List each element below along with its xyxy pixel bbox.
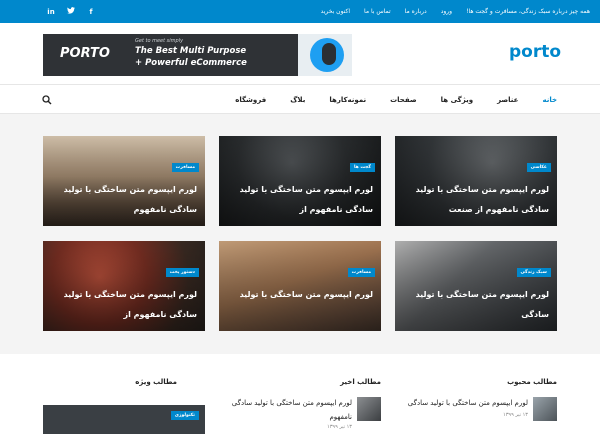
popular-posts-heading: مطالب محبوب bbox=[507, 378, 557, 386]
banner-logo: PORTO bbox=[60, 46, 110, 61]
post-category-badge[interactable]: سبک زندگی bbox=[516, 268, 551, 277]
post-category-badge[interactable]: گجت ها bbox=[349, 163, 375, 172]
post-title[interactable]: لورم ایپسوم متن ساختگی با تولید سادگی نا… bbox=[47, 285, 197, 325]
post-card[interactable]: دستور پخت لورم ایپسوم متن ساختگی با تولی… bbox=[43, 241, 205, 331]
recent-post-title[interactable]: لورم ایپسوم متن ساختگی با تولید سادگی نا… bbox=[230, 396, 352, 424]
banner-headline-2: + Powerful eCommerce bbox=[135, 58, 247, 68]
post-category-badge[interactable]: تکنولوژی bbox=[170, 411, 199, 420]
nav-item-pages[interactable]: صفحات bbox=[390, 96, 417, 104]
linkedin-icon[interactable]: in bbox=[46, 8, 56, 16]
featured-posts-heading: مطالب ویژه bbox=[135, 378, 177, 386]
nav-item-features[interactable]: ویژگی ها bbox=[441, 96, 473, 104]
post-title[interactable]: لورم ایپسوم متن ساختگی با تولید سادگی bbox=[399, 285, 549, 325]
banner-subtitle: Get to meet simply bbox=[135, 38, 184, 44]
nav-item-shop[interactable]: فروشگاه bbox=[235, 96, 266, 104]
post-thumbnail[interactable] bbox=[533, 397, 557, 421]
featured-posts-grid: عکاسی لورم ایپسوم متن ساختگی با تولید سا… bbox=[0, 114, 600, 354]
post-title[interactable]: لورم ایپسوم متن ساختگی با تولید bbox=[223, 285, 373, 305]
nav-item-blog[interactable]: بلاگ bbox=[290, 96, 305, 104]
main-nav: خانه عناصر ویژگی ها صفحات نمونه‌کارها بل… bbox=[0, 86, 600, 114]
post-card[interactable]: مسافرت لورم ایپسوم متن ساختگی با تولید س… bbox=[43, 136, 205, 226]
post-title[interactable]: لورم ایپسوم متن ساختگی با تولید سادگی نا… bbox=[223, 180, 373, 220]
banner-image bbox=[298, 34, 352, 76]
ad-banner[interactable]: PORTO Get to meet simply The Best Multi … bbox=[43, 34, 352, 76]
facebook-icon[interactable]: f bbox=[86, 8, 96, 16]
post-title[interactable]: لورم ایپسوم متن ساختگی با تولید سادگی نا… bbox=[399, 180, 549, 220]
top-menu-contact[interactable]: تماس با ما bbox=[364, 8, 391, 15]
popular-post-date: ۱۳ تیر ۱۳۹۹ bbox=[503, 412, 528, 418]
nav-item-elements[interactable]: عناصر bbox=[497, 96, 518, 104]
recent-posts-heading: مطالب اخیر bbox=[340, 378, 381, 386]
top-menu-about[interactable]: درباره ما bbox=[405, 8, 427, 15]
featured-post-card[interactable]: تکنولوژی bbox=[43, 405, 205, 434]
post-thumbnail[interactable] bbox=[357, 397, 381, 421]
post-category-badge[interactable]: دستور پخت bbox=[165, 268, 199, 277]
popular-post-title[interactable]: لورم ایپسوم متن ساختگی با تولید سادگی bbox=[388, 396, 528, 410]
site-header: PORTO Get to meet simply The Best Multi … bbox=[0, 23, 600, 85]
top-menu-tagline: همه چیز درباره سبک زندگی، مسافرت و گجت ه… bbox=[466, 8, 590, 15]
banner-headline-1: The Best Multi Purpose bbox=[135, 46, 247, 56]
site-logo[interactable]: porto bbox=[509, 42, 561, 62]
post-card[interactable]: عکاسی لورم ایپسوم متن ساختگی با تولید سا… bbox=[395, 136, 557, 226]
search-icon[interactable] bbox=[42, 95, 52, 105]
top-menu: همه چیز درباره سبک زندگی، مسافرت و گجت ه… bbox=[321, 0, 590, 23]
post-category-badge[interactable]: عکاسی bbox=[526, 163, 551, 172]
top-menu-login[interactable]: ورود bbox=[441, 8, 452, 15]
post-card[interactable]: گجت ها لورم ایپسوم متن ساختگی با تولید س… bbox=[219, 136, 381, 226]
post-card[interactable]: مسافرت لورم ایپسوم متن ساختگی با تولید bbox=[219, 241, 381, 331]
bottom-widgets: مطالب محبوب مطالب اخیر مطالب ویژه لورم ا… bbox=[0, 354, 600, 434]
post-title[interactable]: لورم ایپسوم متن ساختگی با تولید سادگی نا… bbox=[47, 180, 197, 220]
social-links: in f bbox=[46, 0, 96, 23]
post-category-badge[interactable]: مسافرت bbox=[347, 268, 375, 277]
top-bar: همه چیز درباره سبک زندگی، مسافرت و گجت ه… bbox=[0, 0, 600, 23]
post-card[interactable]: سبک زندگی لورم ایپسوم متن ساختگی با تولی… bbox=[395, 241, 557, 331]
post-category-badge[interactable]: مسافرت bbox=[171, 163, 199, 172]
twitter-icon[interactable] bbox=[66, 7, 76, 16]
nav-item-portfolio[interactable]: نمونه‌کارها bbox=[329, 96, 366, 104]
recent-post-date: ۱۳ تیر ۱۳۹۹ bbox=[327, 424, 352, 430]
nav-items: خانه عناصر ویژگی ها صفحات نمونه‌کارها بل… bbox=[211, 86, 557, 114]
top-menu-buy[interactable]: اکنون بخرید bbox=[321, 8, 350, 15]
nav-item-home[interactable]: خانه bbox=[542, 96, 557, 104]
